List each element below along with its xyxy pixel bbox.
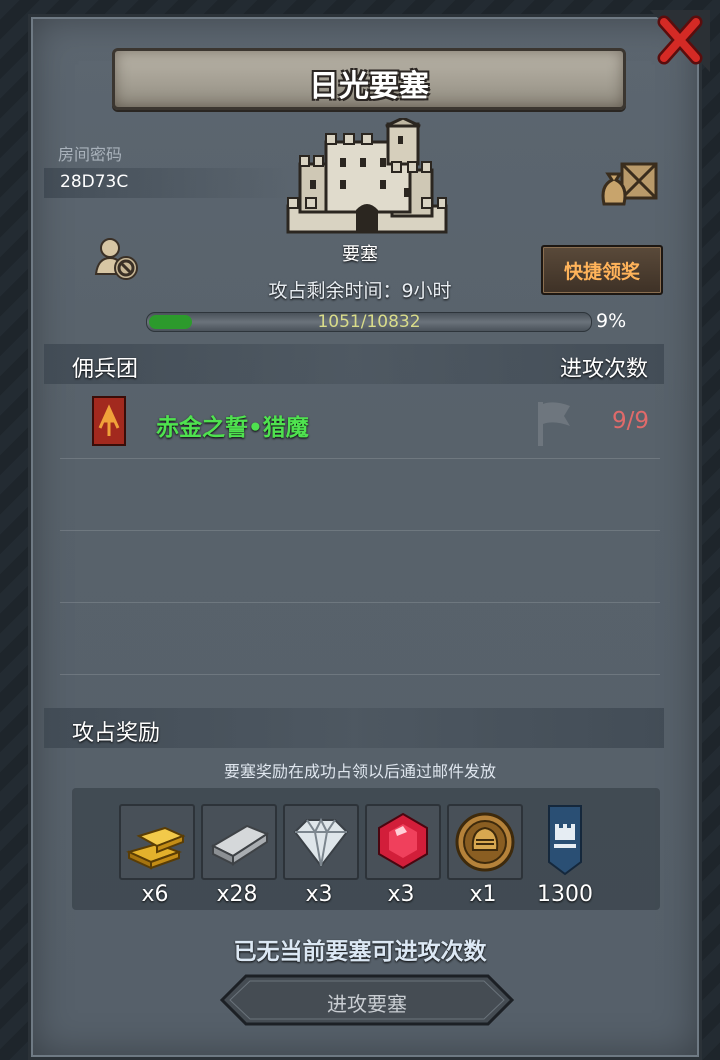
reward-item[interactable]	[201, 804, 277, 880]
row-divider	[60, 530, 660, 531]
progress-text: 1051/10832	[317, 312, 421, 332]
reward-item[interactable]	[119, 804, 195, 880]
close-icon[interactable]	[650, 10, 710, 72]
attack-fortress-button[interactable]: 进攻要塞	[220, 974, 514, 1026]
mercenary-name: 赤金之誓•猎魔	[156, 415, 309, 441]
occupation-progress-bar: 1051/10832	[146, 312, 592, 332]
quick-claim-label: 快捷领奖	[563, 261, 640, 283]
helmet-medal-icon	[455, 812, 515, 872]
reward-qty: x3	[305, 882, 333, 907]
reward-qty: x28	[216, 882, 258, 907]
attack-count-header-label: 进攻次数	[560, 357, 649, 382]
rewards-note: 要塞奖励在成功占领以后通过邮件发放	[223, 762, 496, 781]
page-title: 日光要塞	[309, 69, 429, 104]
silver-bar-icon	[210, 824, 270, 866]
reward-item[interactable]	[283, 804, 359, 880]
gold-bar-icon	[126, 826, 186, 870]
diamond-icon	[293, 817, 349, 868]
reward-qty: x1	[469, 882, 497, 907]
attack-fortress-label: 进攻要塞	[327, 992, 407, 1016]
row-divider	[60, 602, 660, 603]
reward-qty: 1300	[537, 882, 593, 907]
supply-bag-icon[interactable]	[598, 160, 660, 208]
room-code-label: 房间密码	[58, 145, 123, 164]
room-code-strip: 28D73C	[44, 168, 294, 198]
row-divider	[60, 674, 660, 675]
no-attacks-message: 已无当前要塞可进攻次数	[233, 939, 487, 965]
reward-item[interactable]	[447, 804, 523, 880]
quick-claim-button[interactable]: 快捷领奖	[541, 245, 663, 295]
attack-count: 9/9	[612, 408, 650, 434]
rewards-header-label: 攻占奖励	[72, 721, 161, 746]
guild-emblem-icon	[92, 396, 126, 446]
mercenary-header-label: 佣兵团	[72, 357, 139, 382]
reward-qty: x3	[387, 882, 415, 907]
ruby-icon	[378, 812, 428, 870]
flag-icon	[538, 402, 570, 446]
fortress-banner-icon	[548, 805, 582, 876]
title-bar: 日光要塞	[112, 48, 626, 110]
progress-percent: 9%	[596, 310, 627, 332]
row-divider	[60, 458, 660, 459]
room-code: 28D73C	[60, 172, 129, 192]
reward-qty: x6	[141, 882, 169, 907]
reward-item[interactable]	[529, 804, 601, 876]
fortress-castle-icon	[286, 118, 448, 234]
reward-item[interactable]	[365, 804, 441, 880]
